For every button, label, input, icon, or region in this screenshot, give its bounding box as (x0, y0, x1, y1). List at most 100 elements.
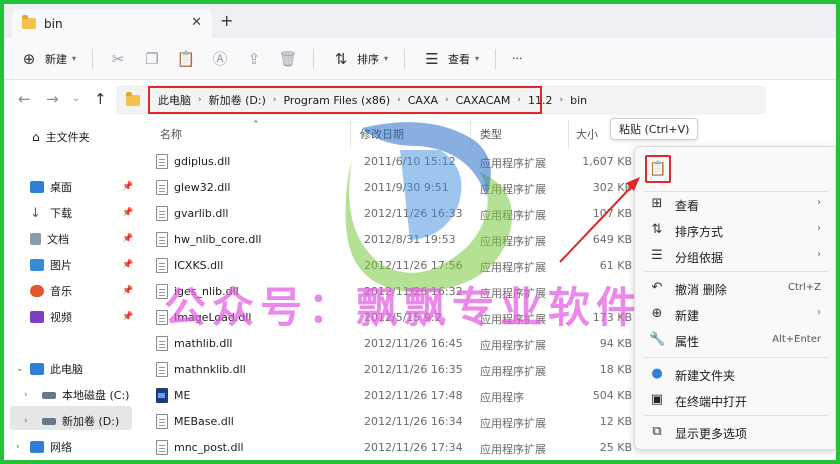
cut-icon[interactable]: ✂ (107, 50, 129, 68)
menu-item-view[interactable]: ⊞ 查看 › (635, 191, 835, 217)
paste-tooltip: 粘贴 (Ctrl+V) (610, 118, 699, 140)
chevron-down-icon: ▾ (72, 54, 77, 63)
breadcrumb-program-files[interactable]: Program Files (x86) (281, 94, 392, 107)
paste-button[interactable]: 📋 (645, 155, 671, 183)
new-button[interactable]: ⊕ 新建 ▾ (10, 44, 84, 74)
sidebar-item-documents[interactable]: 文档 (30, 228, 69, 250)
breadcrumb-drive-d[interactable]: 新加卷 (D:) (207, 92, 268, 108)
file-type: 应用程序扩展 (480, 443, 546, 456)
pin-icon[interactable]: 📌 (122, 182, 133, 192)
sidebar-item-pictures[interactable]: 图片 (30, 254, 72, 276)
sort-button[interactable]: ⇅ 排序 ▾ (322, 44, 396, 74)
column-divider (350, 120, 351, 148)
pin-icon[interactable]: 📌 (122, 260, 133, 270)
breadcrumb-version[interactable]: 11.2 (526, 94, 555, 107)
file-name: mathlib.dll (174, 337, 233, 350)
column-header-size[interactable]: 大小 (576, 126, 598, 142)
more-options-icon: ⧉ (652, 424, 662, 439)
column-divider (568, 120, 569, 148)
chevron-right-icon: › (272, 95, 277, 105)
up-icon[interactable]: ↑ (94, 90, 107, 108)
sidebar-item-drive-d[interactable]: 新加卷 (D:) (42, 410, 119, 432)
file-row[interactable]: gvarlib.dll 2012/11/26 16:33 应用程序扩展 107 KB (144, 202, 644, 228)
file-row[interactable]: mathnklib.dll 2012/11/26 16:35 应用程序扩展 18 KB (144, 358, 644, 384)
dll-file-icon (156, 154, 168, 169)
file-type: 应用程序 (480, 391, 524, 404)
sidebar-item-desktop[interactable]: 桌面 (30, 176, 72, 198)
chevron-right-icon[interactable]: › (24, 390, 28, 400)
menu-item-sort[interactable]: ⇅ 排序方式 › (635, 217, 835, 243)
column-header-name[interactable]: 名称 (160, 126, 182, 142)
sidebar-item-downloads[interactable]: ↓ 下载 (30, 202, 72, 224)
column-header-type[interactable]: 类型 (480, 126, 502, 142)
sort-up-icon: ⌃ (252, 120, 260, 130)
menu-item-new-folder[interactable]: ● 新建文件夹 (635, 361, 835, 387)
file-modified: 2012/11/26 16:33 (364, 207, 463, 220)
sidebar-label: 图片 (50, 259, 72, 272)
dll-file-icon (156, 180, 168, 195)
sidebar-item-videos[interactable]: 视频 (30, 306, 72, 328)
menu-item-new[interactable]: ⊕ 新建 › (635, 301, 835, 327)
breadcrumb-bin[interactable]: bin (568, 94, 589, 107)
back-icon[interactable]: ← (18, 90, 31, 108)
file-row[interactable]: MEBase.dll 2012/11/26 16:34 应用程序扩展 12 KB (144, 410, 644, 436)
sidebar-item-music[interactable]: 音乐 (30, 280, 72, 302)
dll-file-icon (156, 440, 168, 455)
file-size: 25 KB (599, 441, 632, 454)
sidebar-label: 文档 (47, 233, 69, 246)
pin-icon[interactable]: 📌 (122, 234, 133, 244)
share-icon[interactable]: ⇪ (243, 50, 265, 68)
file-row[interactable]: gdiplus.dll 2011/6/10 15:12 应用程序扩展 1,607 KB (144, 150, 644, 176)
pin-icon[interactable]: 📌 (122, 312, 133, 322)
menu-item-terminal[interactable]: ▣ 在终端中打开 (635, 387, 835, 413)
file-row[interactable]: hw_nlib_core.dll 2012/8/31 19:53 应用程序扩展 649… (144, 228, 644, 254)
add-tab-icon[interactable]: + (220, 11, 233, 30)
file-row[interactable]: ME 2012/11/26 17:48 应用程序 504 KB (144, 384, 644, 410)
file-size: 302 KB (592, 181, 632, 194)
file-size: 94 KB (599, 337, 632, 350)
file-row[interactable]: mnc_post.dll 2012/11/26 17:34 应用程序扩展 25 KB (144, 436, 644, 460)
breadcrumb-caxa[interactable]: CAXA (406, 94, 440, 107)
breadcrumb: 此电脑 › 新加卷 (D:) › Program Files (x86) › C… (156, 90, 589, 110)
pin-icon[interactable]: 📌 (122, 286, 133, 296)
file-size: 61 KB (599, 259, 632, 272)
dll-file-icon (156, 336, 168, 351)
column-header-modified[interactable]: 修改日期 (360, 126, 404, 142)
chevron-right-icon[interactable]: › (24, 416, 28, 426)
drive-icon (42, 417, 56, 425)
breadcrumb-this-pc[interactable]: 此电脑 (156, 92, 193, 108)
file-row[interactable]: mathlib.dll 2012/11/26 16:45 应用程序扩展 94 KB (144, 332, 644, 358)
chevron-down-icon[interactable]: ⌄ (16, 364, 24, 374)
menu-item-undo[interactable]: ↶ 撤消 删除 Ctrl+Z (635, 275, 835, 301)
sidebar-item-network[interactable]: 网络 (30, 436, 72, 458)
more-button[interactable]: ··· (504, 44, 531, 74)
menu-item-group[interactable]: ☰ 分组依据 › (635, 243, 835, 269)
pin-icon[interactable]: 📌 (122, 208, 133, 218)
tab-bin[interactable]: bin ✕ (12, 9, 212, 38)
menu-label: 新建文件夹 (675, 369, 736, 383)
menu-label: 在终端中打开 (675, 395, 748, 409)
menu-item-more-options[interactable]: ⧉ 显示更多选项 (635, 419, 835, 445)
file-modified: 2012/11/26 17:34 (364, 441, 463, 454)
menu-item-properties[interactable]: 🔧 属性 Alt+Enter (635, 327, 835, 353)
copy-icon[interactable]: ❐ (141, 50, 163, 68)
command-bar: ⊕ 新建 ▾ ✂ ❐ 📋 Ⓐ ⇪ 🗑 ⇅ 排序 ▾ ☰ 查看 ▾ ··· (4, 38, 836, 80)
view-button[interactable]: ☰ 查看 ▾ (413, 44, 487, 74)
sidebar-item-this-pc[interactable]: 此电脑 (30, 358, 83, 380)
forward-icon[interactable]: → (46, 90, 59, 108)
delete-icon[interactable]: 🗑 (277, 50, 299, 68)
breadcrumb-caxacam[interactable]: CAXACAM (454, 94, 513, 107)
file-type: 应用程序扩展 (480, 157, 546, 170)
explorer-window: bin ✕ + ⊕ 新建 ▾ ✂ ❐ 📋 Ⓐ ⇪ 🗑 ⇅ 排序 ▾ ☰ 查看 ▾ (4, 4, 836, 460)
recent-chevron-icon[interactable]: ⌄ (72, 93, 80, 104)
close-icon[interactable]: ✕ (191, 15, 202, 30)
file-row[interactable]: glew32.dll 2011/9/30 9:51 应用程序扩展 302 KB (144, 176, 644, 202)
chevron-right-icon[interactable]: › (16, 442, 20, 452)
sidebar-item-home[interactable]: ⌂ 主文件夹 (32, 126, 90, 148)
sidebar-item-drive-c[interactable]: 本地磁盘 (C:) (42, 384, 129, 406)
paste-icon[interactable]: 📋 (175, 50, 197, 68)
file-name: ME (174, 389, 191, 402)
menu-divider (643, 415, 829, 416)
file-type: 应用程序扩展 (480, 183, 546, 196)
rename-icon[interactable]: Ⓐ (209, 48, 231, 69)
